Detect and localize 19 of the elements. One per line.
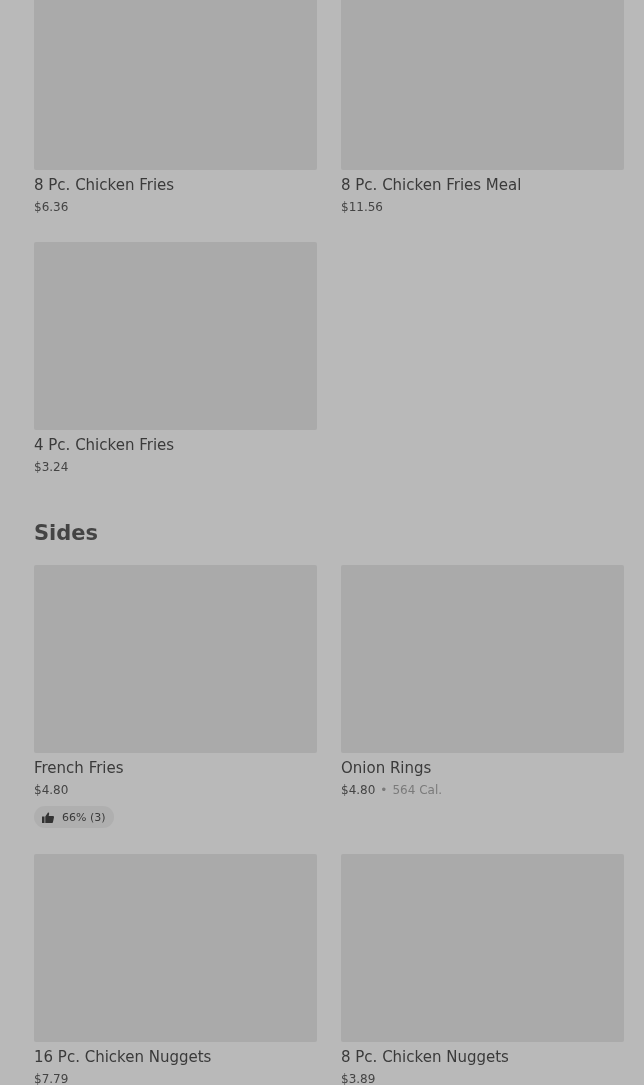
item-name[interactable]: Onion Rings <box>341 758 432 778</box>
item-price: $11.56 <box>341 199 383 216</box>
item-name[interactable]: 4 Pc. Chicken Fries <box>34 435 175 455</box>
separator-dot: • <box>380 782 388 799</box>
item-price: $4.80 <box>341 782 376 799</box>
item-price: $6.36 <box>34 199 69 216</box>
thumbs-up-icon <box>42 811 54 823</box>
item-price: $3.24 <box>34 459 69 476</box>
item-price: $3.89 <box>341 1071 376 1085</box>
item-name[interactable]: 8 Pc. Chicken Nuggets <box>341 1047 509 1067</box>
item-price: $7.79 <box>34 1071 69 1085</box>
rating-text: 66% (3) <box>62 810 106 824</box>
item-name[interactable]: 8 Pc. Chicken Fries Meal <box>341 175 522 195</box>
item-price: $4.80 <box>34 782 69 799</box>
item-name[interactable]: 16 Pc. Chicken Nuggets <box>34 1047 212 1067</box>
section-heading: Sides <box>34 520 100 547</box>
item-name[interactable]: 8 Pc. Chicken Fries <box>34 175 175 195</box>
item-name[interactable]: French Fries <box>34 758 124 778</box>
item-calories: 564 Cal. <box>392 782 443 799</box>
